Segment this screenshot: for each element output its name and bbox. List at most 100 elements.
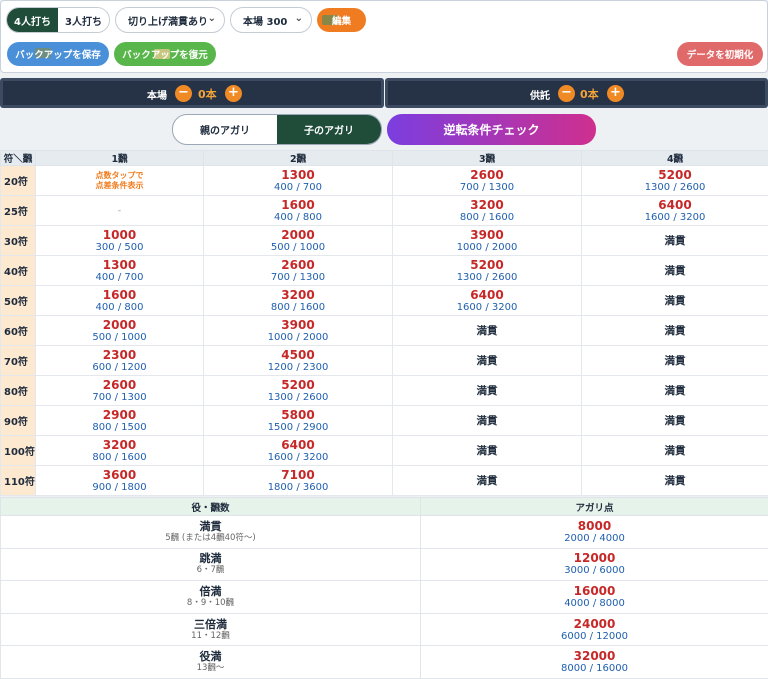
- score-cell[interactable]: 7100 1800 / 3600: [203, 465, 393, 496]
- score-cell[interactable]: 満貫: [392, 375, 582, 406]
- tab-ko[interactable]: 子のアガリ: [277, 115, 381, 144]
- score-cell[interactable]: 5200 1300 / 2600: [581, 165, 768, 196]
- score-cell[interactable]: 満貫: [581, 375, 768, 406]
- score-cell[interactable]: 満貫: [392, 435, 582, 466]
- score-split: 800 / 1600: [459, 211, 515, 223]
- score-split: 6000 / 12000: [561, 630, 628, 642]
- honba-value-select[interactable]: 本場 300 ⌄: [230, 7, 312, 33]
- fu-label: 80符: [0, 375, 36, 406]
- score-cell[interactable]: 5200 1300 / 2600: [392, 255, 582, 286]
- score-split: 3000 / 6000: [564, 565, 625, 577]
- tab-oya[interactable]: 親のアガリ: [173, 115, 277, 144]
- score-cell[interactable]: 2900 800 / 1500: [35, 405, 204, 436]
- winner-tabs: 親のアガリ 子のアガリ: [172, 114, 382, 145]
- score-points: 3200: [281, 287, 315, 302]
- score-points: 5200: [470, 257, 504, 272]
- table-row: 30符 1000 300 / 500 2000 500 / 1000 3900 1000 /…: [0, 225, 768, 256]
- backup-save-button[interactable]: バックアップを保存: [7, 42, 109, 66]
- score-cell[interactable]: 2600 700 / 1300: [203, 255, 393, 286]
- score-cell[interactable]: 点数タップで 点差条件表示: [35, 165, 204, 196]
- score-cell[interactable]: 満貫: [392, 405, 582, 436]
- score-split: 700 / 1300: [270, 271, 326, 283]
- four-player-option[interactable]: 4人打ち: [7, 8, 58, 32]
- score-split: 500 / 1000: [92, 331, 147, 343]
- score-cell[interactable]: 満貫: [581, 225, 768, 256]
- limit-score-cell[interactable]: 24000 6000 / 12000: [420, 612, 768, 647]
- score-cell[interactable]: 満貫: [581, 405, 768, 436]
- three-player-option[interactable]: 3人打ち: [58, 8, 109, 32]
- score-cell[interactable]: 満貫: [581, 285, 768, 316]
- limit-score-cell[interactable]: 12000 3000 / 6000: [420, 547, 768, 582]
- score-split: 1200 / 2300: [267, 361, 329, 373]
- score-cell[interactable]: 満貫: [392, 465, 582, 496]
- mangan-label: 満貫: [476, 325, 498, 337]
- score-cell[interactable]: 満貫: [581, 255, 768, 286]
- chevron-down-icon: ⌄: [207, 13, 216, 24]
- honba-label: 本場: [147, 91, 167, 102]
- limit-score-cell[interactable]: 8000 2000 / 4000: [420, 515, 768, 549]
- score-points: 7100: [281, 467, 315, 482]
- score-cell[interactable]: 4500 1200 / 2300: [203, 345, 393, 376]
- score-cell[interactable]: 満貫: [581, 435, 768, 466]
- score-split: 2000 / 4000: [564, 532, 625, 544]
- score-cell[interactable]: 3600 900 / 1800: [35, 465, 204, 496]
- mangan-label: 満貫: [476, 355, 498, 367]
- score-points: 3200: [470, 197, 504, 212]
- score-cell[interactable]: 2000 500 / 1000: [203, 225, 393, 256]
- score-cell[interactable]: 1300 400 / 700: [203, 165, 393, 196]
- rounding-rule-select[interactable]: 切り上げ満貫あり ⌄: [115, 7, 225, 33]
- reset-data-button[interactable]: データを初期化: [677, 42, 763, 66]
- score-cell[interactable]: 2000 500 / 1000: [35, 315, 204, 346]
- score-cell[interactable]: 3200 800 / 1600: [35, 435, 204, 466]
- score-cell[interactable]: 満貫: [392, 345, 582, 376]
- kyotaku-minus-button[interactable]: −: [558, 85, 575, 102]
- score-cell[interactable]: 2600 700 / 1300: [392, 165, 582, 196]
- score-cell[interactable]: 2600 700 / 1300: [35, 375, 204, 406]
- score-cell[interactable]: 3900 1000 / 2000: [392, 225, 582, 256]
- score-points: 1000: [102, 227, 137, 242]
- score-cell[interactable]: 2300 600 / 1200: [35, 345, 204, 376]
- han-header: 3飜: [392, 150, 582, 166]
- score-cell[interactable]: 1000 300 / 500: [35, 225, 204, 256]
- score-points: 1600: [281, 197, 315, 212]
- limit-score-cell[interactable]: 32000 8000 / 16000: [420, 645, 768, 679]
- score-cell[interactable]: 3200 800 / 1600: [203, 285, 393, 316]
- score-cell[interactable]: 5200 1300 / 2600: [203, 375, 393, 406]
- score-cell[interactable]: 3200 800 / 1600: [392, 195, 582, 226]
- reversal-check-button[interactable]: 逆転条件チェック: [387, 114, 596, 145]
- score-cell[interactable]: 1300 400 / 700: [35, 255, 204, 286]
- score-cell[interactable]: 3900 1000 / 2000: [203, 315, 393, 346]
- table-row: 跳満 6・7飜 12000 3000 / 6000: [0, 547, 768, 582]
- yaku-description: 13飜〜: [196, 663, 225, 674]
- score-points: 3200: [102, 437, 137, 452]
- score-cell[interactable]: 6400 1600 / 3200: [392, 285, 582, 316]
- score-cell[interactable]: 満貫: [581, 465, 768, 496]
- fu-label: 30符: [0, 225, 36, 256]
- score-cell[interactable]: 5800 1500 / 2900: [203, 405, 393, 436]
- score-cell[interactable]: 満貫: [581, 345, 768, 376]
- score-cell[interactable]: 1600 400 / 800: [35, 285, 204, 316]
- score-cell[interactable]: 1600 400 / 800: [203, 195, 393, 226]
- backup-restore-button[interactable]: バックアップを復元: [114, 42, 216, 66]
- table-row: 80符 2600 700 / 1300 5200 1300 / 2600 満貫 満貫: [0, 375, 768, 406]
- table-row: 100符 3200 800 / 1600 6400 1600 / 3200 満貫 満貫: [0, 435, 768, 466]
- honba-plus-button[interactable]: +: [225, 85, 242, 102]
- score-cell[interactable]: 6400 1600 / 3200: [203, 435, 393, 466]
- fu-label: 40符: [0, 255, 36, 286]
- score-split: 400 / 700: [274, 181, 322, 193]
- table-row: 90符 2900 800 / 1500 5800 1500 / 2900 満貫 満貫: [0, 405, 768, 436]
- fu-han-score-table: 符＼飜 1飜 2飜 3飜 4飜 20符 点数タップで 点差条件表示 1300 400 /…: [0, 150, 768, 496]
- score-points: 3900: [281, 317, 315, 332]
- score-cell[interactable]: 6400 1600 / 3200: [581, 195, 768, 226]
- score-cell[interactable]: 満貫: [392, 315, 582, 346]
- player-count-toggle: 4人打ち 3人打ち: [6, 7, 110, 33]
- mangan-label: 満貫: [664, 235, 686, 247]
- edit-button[interactable]: 編集: [317, 8, 366, 32]
- honba-minus-button[interactable]: −: [175, 85, 192, 102]
- honba-counter-bar: 本場 − 0本 +: [0, 78, 384, 108]
- score-split: 300 / 500: [95, 241, 144, 253]
- limit-score-cell[interactable]: 16000 4000 / 8000: [420, 580, 768, 614]
- score-cell[interactable]: 満貫: [581, 315, 768, 346]
- kyotaku-plus-button[interactable]: +: [607, 85, 624, 102]
- score-split: 1300 / 2600: [456, 271, 518, 283]
